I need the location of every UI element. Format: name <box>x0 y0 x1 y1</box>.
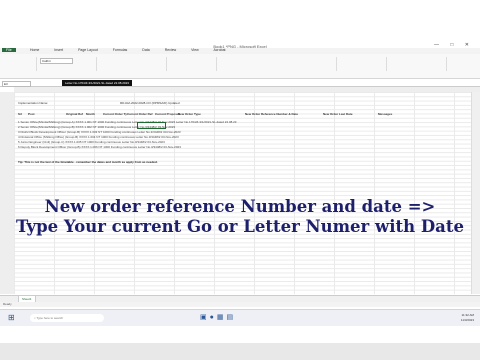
tab-formulas[interactable]: Formulas <box>113 48 128 52</box>
row-post: Deputy Block Development Officer (Group-… <box>20 145 81 149</box>
table-row[interactable]: 6 Deputy Block Development Officer (Grou… <box>18 145 181 149</box>
row-date: 03-Nov-2023 <box>163 145 181 149</box>
bottom-black-band <box>0 343 480 360</box>
file-explorer-icon[interactable]: ▣ <box>200 313 210 321</box>
clipboard-group[interactable] <box>0 57 37 71</box>
row-post: Divisional Office (Shillong Office) (Gro… <box>20 135 79 139</box>
row-srl: 2 <box>18 125 20 129</box>
row-detail: XXXX.1.005 NT 1000 Funding continuous Le… <box>65 140 147 144</box>
col-header-current-order-type: Current Order Ty <box>103 112 127 116</box>
row-post: District Block Development Officer (Grou… <box>20 130 81 134</box>
row-srl: 1 <box>18 120 20 124</box>
tab-home[interactable]: Home <box>30 48 39 52</box>
col-header-new-order-ref: New Order Reference Number & Date <box>245 112 299 116</box>
col-header-messages: Messages <box>378 112 393 116</box>
row-detail: XXXX.1.006 NT 1000 Funding continuous Le… <box>81 145 163 149</box>
font-group[interactable] <box>36 57 97 71</box>
vertical-scrollbar[interactable] <box>471 92 480 294</box>
sheet-note: Tip: This is not the last of the timetab… <box>18 160 158 164</box>
row-new-ref: Letter No.1704/Z-3/1/2021-SL dated 22.08… <box>175 120 237 124</box>
col-header-current-proposal: Current Proposal <box>155 112 180 116</box>
clock-date: 11/3/2023 <box>460 317 474 322</box>
formula-bar: E3 Letter No.1704/Z-3/1/2021-SL dated 22… <box>0 80 480 87</box>
col-header-new-order-last-date: New Order Last Date <box>323 112 353 116</box>
tab-view[interactable]: View <box>191 48 199 52</box>
excel-icon[interactable]: ▦ <box>217 313 227 321</box>
row-post: Senior Office(Shimla/Shillong) (Group-A) <box>20 120 75 124</box>
tab-review[interactable]: Review <box>165 48 176 52</box>
row-srl: 5 <box>18 140 20 144</box>
screen: Book1 *PNG - Microsoft Excel — □ ✕ File … <box>0 0 480 360</box>
taskbar-search-input[interactable]: ⌕ Type here to search <box>30 314 104 322</box>
tab-insert[interactable]: Insert <box>54 48 63 52</box>
row-post: Senior Office(Shimla/Shillong) (Group-B) <box>20 125 75 129</box>
ribbon-toolbar: Calibri <box>0 54 480 79</box>
taskbar-apps: ▣●▦▤ <box>200 313 236 321</box>
top-value: RD-Ref-2022-0028-CO (RPMSA/D) Updated <box>120 101 180 105</box>
row-srl: 4 <box>18 135 20 139</box>
windows-start-icon[interactable]: ⊞ <box>8 313 15 322</box>
row-detail: XXXX.1.003 NT 1000 Funding continuous Le… <box>81 130 163 134</box>
number-group[interactable] <box>166 57 217 71</box>
alignment-group[interactable] <box>96 57 167 71</box>
caption-line-2: Type Your current Go or Letter Numer wit… <box>16 217 464 236</box>
row-date: 03-Nov-2023 <box>147 140 165 144</box>
row-post: Junior Engineer (Civil) (Group-C) <box>20 140 65 144</box>
row-srl: 3 <box>18 130 20 134</box>
table-row[interactable]: 5 Junior Engineer (Civil) (Group-C) XXXX… <box>18 140 165 144</box>
formula-input[interactable]: Letter No.1704/Z-3/1/2021-SL dated 22.08… <box>62 80 132 86</box>
browser-icon[interactable]: ● <box>210 314 217 321</box>
row-date: 03-Nov-2023 <box>163 130 181 134</box>
col-header-post: Post <box>28 112 35 116</box>
table-row[interactable]: 3 District Block Development Officer (Gr… <box>18 130 181 134</box>
table-row[interactable]: 1 Senior Office(Shimla/Shillong) (Group-… <box>18 120 236 124</box>
table-row[interactable]: 4 Divisional Office (Shillong Office) (G… <box>18 135 179 139</box>
row-date: 03-Nov-2023 <box>161 135 179 139</box>
selected-cell[interactable] <box>137 122 166 129</box>
top-label: Implementation Name: <box>18 101 49 105</box>
row-headers[interactable] <box>0 92 15 294</box>
sheet-tabs: Sheet1 <box>0 295 480 303</box>
styles-group[interactable] <box>216 57 337 71</box>
worksheet-grid[interactable]: Implementation Name: RD-Ref-2022-0028-CO… <box>0 92 472 294</box>
clock-time: 11:32 AM <box>461 313 474 317</box>
row-detail: XXXX.1.004 NT 1000 Funding continuous Le… <box>79 135 161 139</box>
caption-line-1: New order reference Number and date => <box>44 197 436 216</box>
col-header-new-order-type: New Order Type <box>178 112 201 116</box>
tab-page-layout[interactable]: Page Layout <box>78 48 98 52</box>
taskbar: ⊞ ⌕ Type here to search ▣●▦▤ 11:32 AM 11… <box>0 309 480 326</box>
col-header-srl: Srl <box>18 112 23 116</box>
tab-data[interactable]: Data <box>142 48 149 52</box>
tab-acrobat[interactable]: Acrobat <box>213 48 225 52</box>
editing-group[interactable] <box>386 57 447 71</box>
row-srl: 6 <box>18 145 20 149</box>
word-icon[interactable]: ▤ <box>226 313 236 321</box>
top-black-band <box>0 0 480 27</box>
col-header-original-ref: Original Ref <box>66 112 84 116</box>
file-tab[interactable]: File <box>2 48 16 52</box>
video-caption: New order reference Number and date => T… <box>0 197 480 237</box>
col-header-month: Month <box>86 112 95 116</box>
search-placeholder: Type here to search <box>36 316 63 320</box>
status-bar: Ready <box>0 302 480 307</box>
taskbar-clock[interactable]: 11:32 AM 11/3/2023 <box>461 313 474 322</box>
cells-group[interactable] <box>336 57 387 71</box>
col-header-current-order-ref: Current Order Ref <box>127 112 153 116</box>
